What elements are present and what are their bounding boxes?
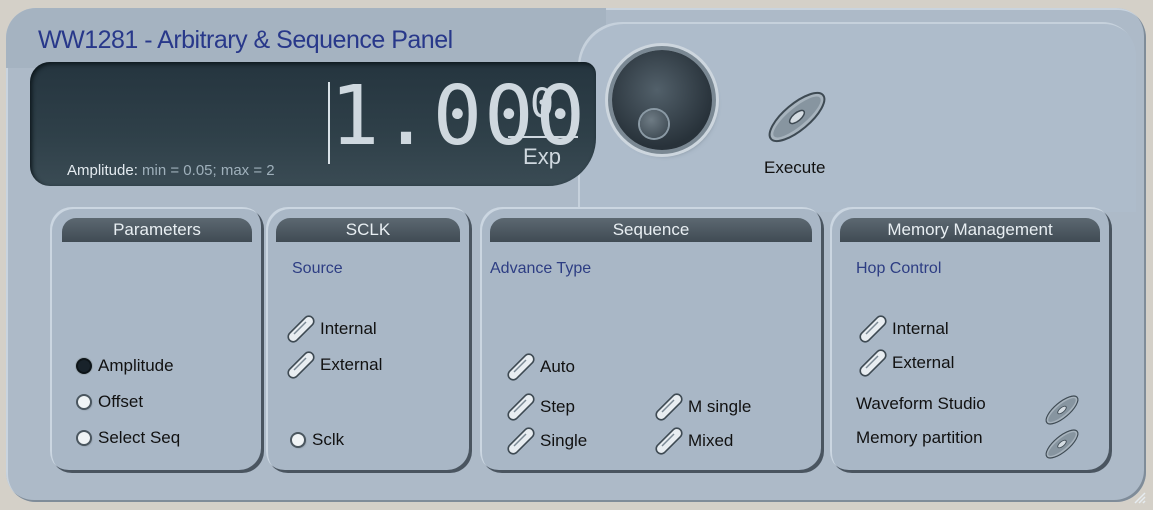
sequence-step-label: Step [540,397,575,416]
display-info-range: min = 0.05; max = 2 [137,162,275,179]
memory-internal-option[interactable]: Internal [858,314,949,344]
memory-management-header: Memory Management [840,218,1100,242]
radio-offset[interactable]: Offset [78,392,143,412]
memory-partition-label: Memory partition [856,428,983,447]
memory-partition-button[interactable] [1044,426,1080,462]
sclk-header: SCLK [276,218,460,242]
radio-amplitude-label: Amplitude [98,356,174,375]
display-exponent-divider [508,136,578,138]
pill-button-icon [506,352,536,382]
radio-sclk[interactable]: Sclk [292,430,344,450]
sequence-m-single-label: M single [688,397,752,416]
value-display: 1.000 0 Exp Amplitude: min = 0.05; max =… [30,62,596,186]
waveform-studio-label: Waveform Studio [856,394,986,413]
display-info-label: Amplitude: [67,162,138,179]
radio-unselected-icon [292,434,304,446]
memory-hop-control-label: Hop Control [856,260,942,277]
radio-selected-icon [78,360,90,372]
sequence-step-option[interactable]: Step [506,392,575,422]
sclk-internal-label: Internal [320,319,377,338]
radio-select-seq-label: Select Seq [98,428,181,447]
sequence-advance-type-label: Advance Type [490,260,592,277]
radio-select-seq[interactable]: Select Seq [78,428,180,448]
sequence-mixed-label: Mixed [688,431,734,450]
pill-button-icon [654,392,684,422]
waveform-studio-button[interactable] [1044,392,1080,428]
resize-grip-icon[interactable] [1132,490,1146,504]
sequence-single-label: Single [540,431,588,450]
radio-unselected-icon [78,396,90,408]
sequence-auto-option[interactable]: Auto [506,352,575,382]
memory-external-label: External [892,353,955,372]
pill-button-icon [286,314,316,344]
display-exponent-label: Exp [523,144,561,169]
radio-amplitude[interactable]: Amplitude [78,356,174,376]
display-exponent-value: 0 [529,81,555,127]
display-range-info: Amplitude: min = 0.05; max = 2 [67,162,275,179]
sequence-m-single-option[interactable]: M single [654,392,751,422]
sequence-single-option[interactable]: Single [506,426,587,456]
memory-internal-label: Internal [892,319,949,338]
pill-button-icon [858,314,888,344]
pill-button-icon [654,426,684,456]
sequence-mixed-option[interactable]: Mixed [654,426,733,456]
sequence-header: Sequence [490,218,812,242]
pill-button-icon [286,350,316,380]
sclk-internal-option[interactable]: Internal [286,314,377,344]
parameters-header: Parameters [62,218,252,242]
window-title: WW1281 - Arbitrary & Sequence Panel [38,26,453,54]
radio-unselected-icon [78,432,90,444]
sclk-source-label: Source [292,260,343,277]
knob-indicator [640,110,668,138]
pill-button-icon [858,348,888,378]
memory-external-option[interactable]: External [858,348,954,378]
execute-label: Execute [764,158,826,177]
radio-offset-label: Offset [98,392,144,411]
execute-button[interactable] [766,86,828,148]
pill-button-icon [506,426,536,456]
memory-waveform-studio-row: Waveform Studio [856,394,986,414]
radio-sclk-label: Sclk [312,430,345,449]
memory-partition-row: Memory partition [856,428,983,448]
sequence-auto-label: Auto [540,357,575,376]
pill-button-icon [506,392,536,422]
sclk-external-option[interactable]: External [286,350,382,380]
sclk-external-label: External [320,355,383,374]
